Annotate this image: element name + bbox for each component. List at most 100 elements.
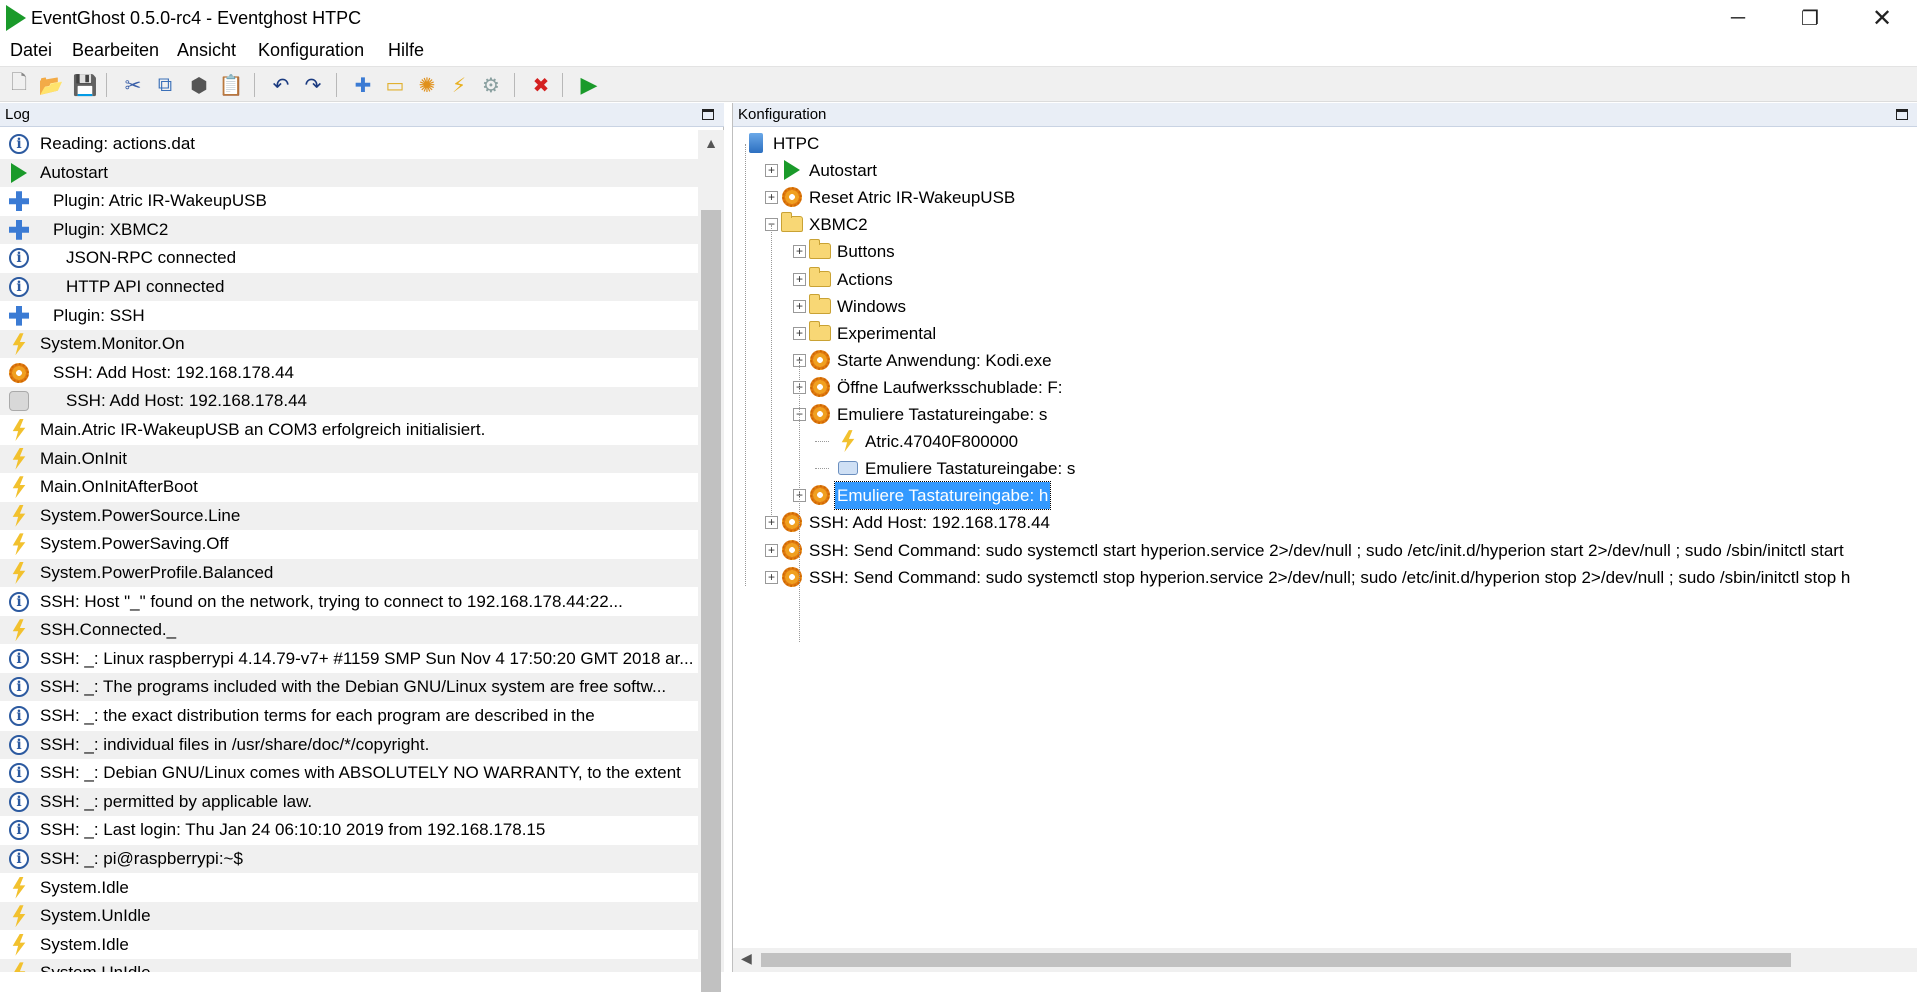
tree-node-label[interactable]: Öffne Laufwerksschublade: F: bbox=[835, 374, 1065, 401]
maximize-button[interactable]: ❐ bbox=[1775, 0, 1845, 36]
log-entry[interactable]: i SSH: _: Linux raspberrypi 4.14.79-v7+ #… bbox=[0, 645, 698, 673]
expand-icon[interactable]: + bbox=[765, 570, 778, 584]
tree-node-label[interactable]: Windows bbox=[835, 293, 908, 320]
tree-node[interactable]: Atric.47040F800000 bbox=[733, 428, 1917, 455]
log-entry[interactable]: i SSH: _: Debian GNU/Linux comes with ABS… bbox=[0, 759, 698, 787]
log-entry[interactable]: Plugin: SSH bbox=[0, 302, 698, 330]
log-entry[interactable]: Main.OnInitAfterBoot bbox=[0, 473, 698, 501]
menu-datei[interactable]: Datei bbox=[10, 40, 52, 61]
tree-node[interactable]: Emuliere Tastatureingabe: s bbox=[733, 455, 1917, 482]
log-entry[interactable]: System.Monitor.On bbox=[0, 330, 698, 359]
log-entry[interactable]: i JSON-RPC connected bbox=[0, 244, 698, 272]
new-file-icon[interactable]: 🗋 bbox=[6, 72, 32, 98]
tree-node-label[interactable]: Autostart bbox=[807, 157, 879, 184]
scroll-up-arrow-icon[interactable]: ▲ bbox=[698, 130, 724, 156]
expand-icon[interactable]: + bbox=[765, 543, 778, 557]
menu-hilfe[interactable]: Hilfe bbox=[388, 40, 424, 61]
configuration-tree[interactable]: HTPC + Autostart + Reset Atric IR-WakeupUSB −… bbox=[733, 130, 1917, 948]
tree-node-label[interactable]: HTPC bbox=[771, 130, 821, 157]
tree-node-label[interactable]: Reset Atric IR-WakeupUSB bbox=[807, 184, 1017, 211]
expand-icon[interactable]: + bbox=[765, 516, 778, 530]
log-scrollbar-thumb[interactable] bbox=[701, 210, 721, 992]
add-folder-icon[interactable]: ▭ bbox=[382, 72, 408, 98]
expand-icon[interactable]: + bbox=[765, 164, 778, 178]
tree-node[interactable]: + Windows bbox=[733, 293, 1917, 320]
tree-node[interactable]: HTPC bbox=[733, 130, 1917, 157]
log-entry[interactable]: i SSH: _: the exact distribution terms fo… bbox=[0, 702, 698, 730]
copy-icon[interactable]: ⧉ bbox=[152, 72, 178, 98]
save-icon[interactable]: 💾 bbox=[72, 72, 98, 98]
log-entry[interactable]: SSH.Connected._ bbox=[0, 616, 698, 645]
log-entry[interactable]: i SSH: _: Last login: Thu Jan 24 06:10:10… bbox=[0, 816, 698, 844]
minimize-button[interactable]: ─ bbox=[1703, 0, 1773, 36]
log-entry[interactable]: System.PowerProfile.Balanced bbox=[0, 559, 698, 587]
log-entry[interactable]: i Reading: actions.dat bbox=[0, 130, 698, 158]
expand-icon[interactable]: + bbox=[765, 191, 778, 205]
log-scrollbar[interactable]: ▲ bbox=[698, 130, 724, 992]
expand-icon[interactable]: + bbox=[793, 299, 806, 313]
tree-node-label[interactable]: Emuliere Tastatureingabe: s bbox=[863, 455, 1077, 482]
log-entry[interactable]: Main.Atric IR-WakeupUSB an COM3 erfolgre… bbox=[0, 416, 698, 444]
tree-node-label[interactable]: Actions bbox=[835, 266, 895, 293]
tree-node[interactable]: + SSH: Add Host: 192.168.178.44 bbox=[733, 509, 1917, 536]
log-entry[interactable]: i SSH: _: pi@raspberrypi:~$ bbox=[0, 845, 698, 873]
menu-ansicht[interactable]: Ansicht bbox=[177, 40, 236, 61]
configuration-panel-maximize-icon[interactable] bbox=[1896, 109, 1908, 120]
log-entry[interactable]: SSH: Add Host: 192.168.178.44 bbox=[0, 359, 698, 387]
log-entry[interactable]: Plugin: XBMC2 bbox=[0, 215, 698, 244]
add-plugin-icon[interactable]: ✚ bbox=[350, 72, 376, 98]
log-entry[interactable]: System.UnIdle bbox=[0, 902, 698, 931]
add-macro-icon[interactable]: ✺ bbox=[414, 72, 440, 98]
disable-icon[interactable]: ✖ bbox=[528, 72, 554, 98]
expand-icon[interactable]: + bbox=[793, 326, 806, 340]
tree-node[interactable]: + Öffne Laufwerksschublade: F: bbox=[733, 374, 1917, 401]
tree-node-label[interactable]: SSH: Add Host: 192.168.178.44 bbox=[807, 509, 1052, 536]
configuration-scrollbar-thumb[interactable] bbox=[761, 953, 1791, 967]
add-event-icon[interactable]: ⚡ bbox=[446, 72, 472, 98]
open-folder-icon[interactable]: 📂 bbox=[38, 72, 64, 98]
log-entry[interactable]: i HTTP API connected bbox=[0, 273, 698, 301]
log-entry[interactable]: SSH: Add Host: 192.168.178.44 bbox=[0, 387, 698, 416]
log-entry[interactable]: Main.OnInit bbox=[0, 444, 698, 473]
expand-icon[interactable]: + bbox=[793, 272, 806, 286]
tree-node-label[interactable]: SSH: Send Command: sudo systemctl start … bbox=[807, 537, 1846, 564]
log-entry[interactable]: i SSH: _: individual files in /usr/share/… bbox=[0, 730, 698, 759]
log-list[interactable]: i Reading: actions.dat Autostart Plugin: At… bbox=[0, 130, 698, 972]
log-entry[interactable]: System.Idle bbox=[0, 931, 698, 959]
log-entry[interactable]: System.UnIdle bbox=[0, 959, 698, 972]
tree-node[interactable]: + Autostart bbox=[733, 157, 1917, 184]
configuration-horizontal-scrollbar[interactable]: ◀ bbox=[733, 948, 1917, 972]
paste-icon[interactable]: 📋 bbox=[218, 72, 244, 98]
log-entry[interactable]: System.PowerSaving.Off bbox=[0, 530, 698, 558]
log-entry[interactable]: i SSH: _: permitted by applicable law. bbox=[0, 787, 698, 816]
tree-node[interactable]: − XBMC2 bbox=[733, 211, 1917, 238]
tree-node-label[interactable]: Experimental bbox=[835, 320, 938, 347]
cut-icon[interactable]: ✂ bbox=[120, 72, 146, 98]
tree-node[interactable]: − Emuliere Tastatureingabe: s bbox=[733, 401, 1917, 428]
execute-icon[interactable]: ▶ bbox=[576, 72, 602, 98]
tree-node-label[interactable]: Emuliere Tastatureingabe: s bbox=[835, 401, 1049, 428]
python-icon[interactable]: ⬢ bbox=[186, 72, 212, 98]
tree-node[interactable]: + Actions bbox=[733, 266, 1917, 293]
tree-node-label[interactable]: Atric.47040F800000 bbox=[863, 428, 1020, 455]
scroll-left-arrow-icon[interactable]: ◀ bbox=[741, 950, 752, 967]
log-entry[interactable]: System.Idle bbox=[0, 874, 698, 902]
tree-node[interactable]: + SSH: Send Command: sudo systemctl start… bbox=[733, 537, 1917, 564]
menu-konfiguration[interactable]: Konfiguration bbox=[258, 40, 364, 61]
undo-icon[interactable]: ↶ bbox=[268, 72, 294, 98]
log-entry[interactable]: Plugin: Atric IR-WakeupUSB bbox=[0, 187, 698, 215]
log-entry[interactable]: i SSH: Host "_" found on the network, try… bbox=[0, 588, 698, 616]
expand-icon[interactable]: + bbox=[793, 245, 806, 259]
tree-node[interactable]: + Reset Atric IR-WakeupUSB bbox=[733, 184, 1917, 211]
log-panel-maximize-icon[interactable] bbox=[702, 109, 714, 120]
tree-node[interactable]: + Experimental bbox=[733, 320, 1917, 347]
tree-node-label[interactable]: SSH: Send Command: sudo systemctl stop h… bbox=[807, 564, 1852, 591]
tree-node[interactable]: + SSH: Send Command: sudo systemctl stop … bbox=[733, 564, 1917, 591]
tree-node[interactable]: + Starte Anwendung: Kodi.exe bbox=[733, 347, 1917, 374]
log-entry[interactable]: Autostart bbox=[0, 158, 698, 187]
tree-node-label[interactable]: Buttons bbox=[835, 238, 897, 265]
tree-node-label[interactable]: Emuliere Tastatureingabe: h bbox=[833, 481, 1052, 511]
menu-bearbeiten[interactable]: Bearbeiten bbox=[72, 40, 159, 61]
add-action-icon[interactable]: ⚙ bbox=[478, 72, 504, 98]
tree-node-label[interactable]: XBMC2 bbox=[807, 211, 870, 238]
